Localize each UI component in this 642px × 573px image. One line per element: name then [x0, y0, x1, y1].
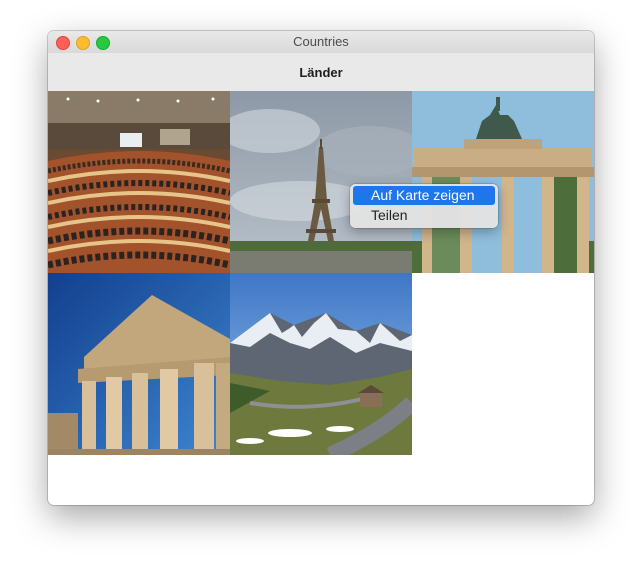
page-title: Länder: [299, 65, 343, 80]
app-window: Countries Länder Auf Karte zeigen Teilen: [48, 31, 594, 505]
menu-item-show-on-map[interactable]: Auf Karte zeigen: [353, 186, 495, 205]
window-title: Countries: [293, 34, 349, 49]
navigation-bar: Länder: [48, 53, 594, 92]
brandenburg-gate-image: [412, 91, 594, 273]
eiffel-tower-image: [230, 91, 412, 273]
eiffel-tower-photo[interactable]: [230, 91, 412, 273]
context-menu: Auf Karte zeigen Teilen: [350, 184, 498, 228]
parthenon-photo[interactable]: [48, 273, 230, 455]
parliament-chamber-image: [48, 91, 230, 273]
parliament-chamber-photo[interactable]: [48, 91, 230, 273]
title-bar[interactable]: Countries: [48, 31, 594, 54]
brandenburg-gate-photo[interactable]: [412, 91, 594, 273]
alpine-mountain-road-photo[interactable]: [230, 273, 412, 455]
photo-grid: [48, 91, 594, 455]
alpine-mountain-road-image: [230, 273, 412, 455]
menu-item-share[interactable]: Teilen: [353, 206, 495, 225]
parthenon-image: [48, 273, 230, 455]
